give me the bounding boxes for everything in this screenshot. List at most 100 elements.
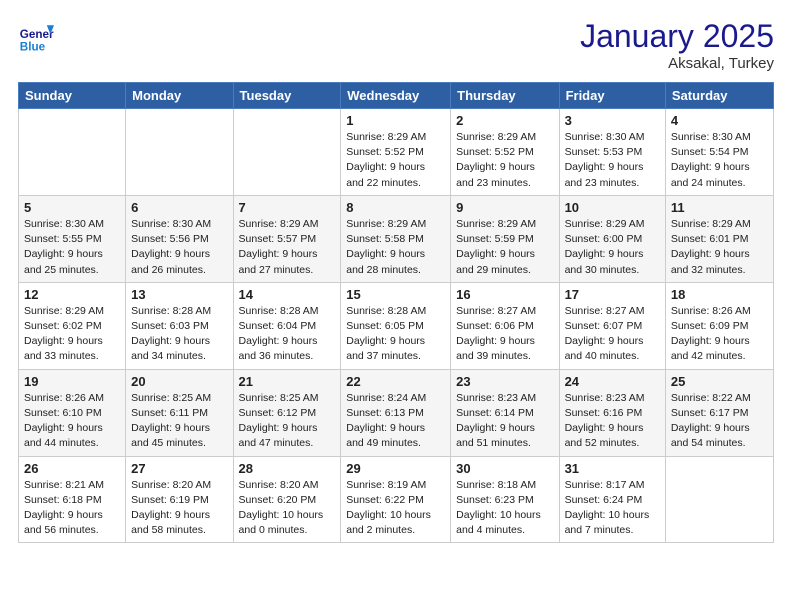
page: General Blue General Blue January 2025 A… bbox=[0, 0, 792, 553]
sun-info: Sunrise: 8:17 AM bbox=[565, 479, 645, 491]
day-info: Sunrise: 8:26 AMSunset: 6:10 PMDaylight:… bbox=[24, 391, 120, 452]
table-row: 21 Sunrise: 8:25 AMSunset: 6:12 PMDayligh… bbox=[233, 369, 341, 456]
day-number: 16 bbox=[456, 287, 553, 302]
day-number: 21 bbox=[239, 374, 336, 389]
sun-info: and 7 minutes. bbox=[565, 524, 634, 536]
day-info: Sunrise: 8:27 AMSunset: 6:06 PMDaylight:… bbox=[456, 304, 553, 365]
sun-info: and 22 minutes. bbox=[346, 177, 421, 189]
sun-info: Sunrise: 8:21 AM bbox=[24, 479, 104, 491]
table-row bbox=[126, 109, 233, 196]
day-info: Sunrise: 8:29 AMSunset: 5:58 PMDaylight:… bbox=[346, 217, 445, 278]
sun-info: Sunrise: 8:28 AM bbox=[131, 305, 211, 317]
calendar-week-row: 19Sunrise: 8:26 AMSunset: 6:10 PMDayligh… bbox=[19, 369, 774, 456]
sun-info: Sunset: 5:52 PM bbox=[456, 146, 534, 158]
day-info: Sunrise: 8:29 AMSunset: 5:52 PMDaylight:… bbox=[456, 130, 553, 191]
table-row: 30Sunrise: 8:18 AMSunset: 6:23 PMDayligh… bbox=[451, 456, 559, 543]
sun-info: Sunrise: 8:25 AM bbox=[239, 392, 319, 404]
day-number: 12 bbox=[24, 287, 120, 302]
sun-info: Sunset: 6:01 PM bbox=[671, 233, 749, 245]
day-number: 4 bbox=[671, 113, 768, 128]
sun-info: and 32 minutes. bbox=[671, 264, 746, 276]
daylight-hours-label: Daylight: 9 hours bbox=[239, 422, 318, 434]
sun-info: Sunset: 6:23 PM bbox=[456, 494, 534, 506]
daylight-hours-label: Daylight: 9 hours bbox=[346, 422, 425, 434]
daylight-hours-label: Daylight: 9 hours bbox=[565, 335, 644, 347]
day-info: Sunrise: 8:19 AMSunset: 6:22 PMDaylight:… bbox=[346, 478, 445, 539]
sun-info: Sunset: 6:13 PM bbox=[346, 407, 424, 419]
location: Aksakal, Turkey bbox=[580, 55, 774, 72]
sun-info: Sunset: 6:06 PM bbox=[456, 320, 534, 332]
sun-info: Sunrise: 8:29 AM bbox=[456, 218, 536, 230]
sun-info: Sunrise: 8:20 AM bbox=[131, 479, 211, 491]
day-info: Sunrise: 8:30 AMSunset: 5:55 PMDaylight:… bbox=[24, 217, 120, 278]
sun-info: and 4 minutes. bbox=[456, 524, 525, 536]
day-info: Sunrise: 8:23 AMSunset: 6:14 PMDaylight:… bbox=[456, 391, 553, 452]
day-info: Sunrise: 8:26 AMSunset: 6:09 PMDaylight:… bbox=[671, 304, 768, 365]
svg-text:Blue: Blue bbox=[20, 40, 46, 53]
daylight-hours-label: Daylight: 9 hours bbox=[131, 509, 210, 521]
table-row: 13Sunrise: 8:28 AMSunset: 6:03 PMDayligh… bbox=[126, 282, 233, 369]
sun-info: Sunset: 6:00 PM bbox=[565, 233, 643, 245]
sun-info: Sunrise: 8:30 AM bbox=[671, 131, 751, 143]
table-row: 22 Sunrise: 8:24 AM Sunset: 6:13 PM Dayligh… bbox=[341, 369, 451, 456]
day-number: 11 bbox=[671, 200, 768, 215]
day-info: Sunrise: 8:25 AMSunset: 6:11 PMDaylight:… bbox=[131, 391, 227, 452]
sun-info: and 49 minutes. bbox=[346, 437, 421, 449]
day-number: 22 bbox=[346, 374, 445, 389]
title-block: January 2025 Aksakal, Turkey bbox=[580, 18, 774, 72]
day-info: Sunrise: 8:28 AMSunset: 6:03 PMDaylight:… bbox=[131, 304, 227, 365]
daylight-hours-label: Daylight: 9 hours bbox=[565, 422, 644, 434]
sun-info: Sunrise: 8:30 AM bbox=[131, 218, 211, 230]
sun-info: Sunset: 5:56 PM bbox=[131, 233, 209, 245]
day-number: 26 bbox=[24, 461, 120, 476]
calendar: Sunday Monday Tuesday Wednesday Thursday… bbox=[18, 82, 774, 543]
col-monday: Monday bbox=[126, 83, 233, 109]
sun-info: Sunrise: 8:29 AM bbox=[239, 218, 319, 230]
sun-info: Sunset: 5:53 PM bbox=[565, 146, 643, 158]
daylight-hours-label: Daylight: 10 hours bbox=[456, 509, 541, 521]
sun-info: Sunset: 6:19 PM bbox=[131, 494, 209, 506]
daylight-hours-label: Daylight: 9 hours bbox=[346, 248, 425, 260]
sun-info: Sunset: 5:58 PM bbox=[346, 233, 424, 245]
sun-info: Sunrise: 8:29 AM bbox=[346, 131, 426, 143]
day-info: Sunrise: 8:30 AMSunset: 5:56 PMDaylight:… bbox=[131, 217, 227, 278]
sun-info: Sunset: 6:17 PM bbox=[671, 407, 749, 419]
day-number: 3 bbox=[565, 113, 660, 128]
table-row: 15Sunrise: 8:28 AMSunset: 6:05 PMDayligh… bbox=[341, 282, 451, 369]
sun-info: Sunset: 6:09 PM bbox=[671, 320, 749, 332]
day-info: Sunrise: 8:25 AMSunset: 6:12 PMDaylight:… bbox=[239, 391, 336, 452]
sun-info: Sunrise: 8:24 AM bbox=[346, 392, 426, 404]
sun-info: Sunrise: 8:19 AM bbox=[346, 479, 426, 491]
sun-info: Sunset: 6:02 PM bbox=[24, 320, 102, 332]
table-row: 14Sunrise: 8:28 AMSunset: 6:04 PMDayligh… bbox=[233, 282, 341, 369]
sun-info: Sunset: 5:57 PM bbox=[239, 233, 317, 245]
sun-info: and 45 minutes. bbox=[131, 437, 206, 449]
sun-info: Sunrise: 8:28 AM bbox=[346, 305, 426, 317]
header: General Blue General Blue January 2025 A… bbox=[18, 18, 774, 72]
table-row: 18Sunrise: 8:26 AMSunset: 6:09 PMDayligh… bbox=[665, 282, 773, 369]
table-row: 28Sunrise: 8:20 AMSunset: 6:20 PMDayligh… bbox=[233, 456, 341, 543]
daylight-hours-label: Daylight: 10 hours bbox=[239, 509, 324, 521]
sun-info: and 0 minutes. bbox=[239, 524, 308, 536]
day-info: Sunrise: 8:23 AMSunset: 6:16 PMDaylight:… bbox=[565, 391, 660, 452]
sun-info: Sunset: 6:18 PM bbox=[24, 494, 102, 506]
logo: General Blue General Blue bbox=[18, 18, 54, 54]
daylight-hours-label: Daylight: 9 hours bbox=[346, 335, 425, 347]
table-row: 23Sunrise: 8:23 AMSunset: 6:14 PMDayligh… bbox=[451, 369, 559, 456]
col-saturday: Saturday bbox=[665, 83, 773, 109]
sun-info: Sunset: 6:03 PM bbox=[131, 320, 209, 332]
table-row: 2Sunrise: 8:29 AMSunset: 5:52 PMDaylight… bbox=[451, 109, 559, 196]
day-number: 5 bbox=[24, 200, 120, 215]
daylight-hours-label: Daylight: 9 hours bbox=[671, 161, 750, 173]
sun-info: and 23 minutes. bbox=[565, 177, 640, 189]
day-number: 29 bbox=[346, 461, 445, 476]
sun-info: Sunset: 6:07 PM bbox=[565, 320, 643, 332]
table-row: 26Sunrise: 8:21 AMSunset: 6:18 PMDayligh… bbox=[19, 456, 126, 543]
sun-info: Sunset: 6:22 PM bbox=[346, 494, 424, 506]
table-row: 17Sunrise: 8:27 AMSunset: 6:07 PMDayligh… bbox=[559, 282, 665, 369]
sun-info: Sunrise: 8:30 AM bbox=[565, 131, 645, 143]
logo-icon: General Blue bbox=[18, 18, 54, 54]
col-sunday: Sunday bbox=[19, 83, 126, 109]
calendar-week-row: 12Sunrise: 8:29 AMSunset: 6:02 PMDayligh… bbox=[19, 282, 774, 369]
table-row bbox=[233, 109, 341, 196]
